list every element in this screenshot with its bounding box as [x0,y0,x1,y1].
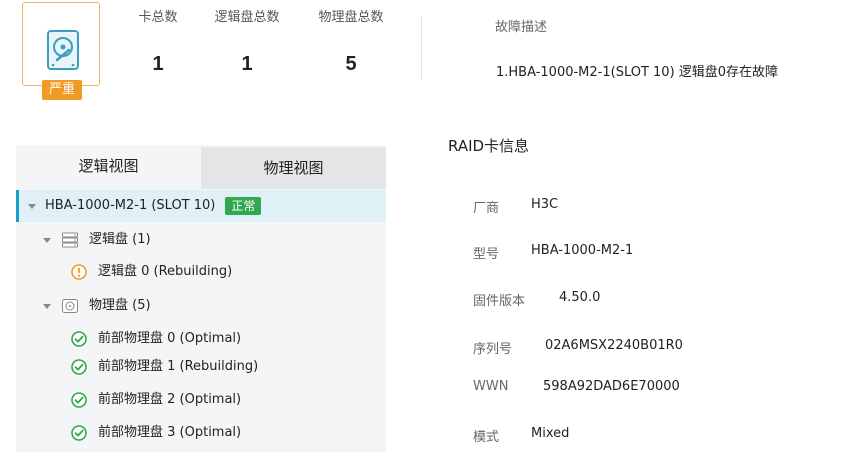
hard-disk-icon [62,299,78,313]
stat-physical-total: 物理盘总数 5 [314,6,388,76]
warning-icon [71,264,87,280]
stat-label: 逻辑盘总数 [214,10,280,25]
info-row-wwn: WWN 598A92DAD6E70000 [473,379,680,394]
logical-group-label: 逻辑盘 (1) [89,232,151,247]
info-key: 厂商 [473,201,500,216]
stat-label: 物理盘总数 [318,10,384,25]
check-circle-icon [71,392,87,408]
physical-disk-label: 前部物理盘 1 (Rebuilding) [98,359,259,374]
info-row-firmware: 固件版本 4.50.0 [473,290,600,309]
fault-title: 故障描述 [495,20,548,35]
stat-logical-total: 逻辑盘总数 1 [210,6,284,76]
tree-node-physical-disk[interactable]: 前部物理盘 2 (Optimal) [16,384,386,416]
stat-label: 卡总数 [138,10,178,25]
stat-value: 1 [152,53,164,75]
header-divider [421,16,422,80]
tree-node-physical-group[interactable]: 物理盘 (5) [16,290,386,322]
stat-value: 1 [241,53,253,75]
info-row-vendor: 厂商 H3C [473,197,558,216]
physical-group-label: 物理盘 (5) [89,298,151,313]
check-circle-icon [71,331,87,347]
info-value: 598A92DAD6E70000 [543,379,680,394]
severity-badge: 严重 [42,80,82,100]
info-key: 模式 [473,430,500,445]
physical-disk-label: 前部物理盘 3 (Optimal) [98,425,242,440]
info-row-mode: 模式 Mixed [473,426,569,445]
tree-node-physical-disk[interactable]: 前部物理盘 1 (Rebuilding) [16,351,386,383]
status-badge: 正常 [225,196,262,215]
check-circle-icon [71,359,87,375]
info-value: Mixed [531,426,570,441]
logical-disk-label: 逻辑盘 0 (Rebuilding) [98,264,233,279]
tree-node-controller[interactable]: HBA-1000-M2-1 (SLOT 10) 正常 [16,190,386,222]
server-stack-icon [62,232,78,248]
info-value: 4.50.0 [559,290,601,305]
info-key: WWN [473,379,509,394]
info-row-serial: 序列号 02A6MSX2240B01R0 [473,338,683,357]
stat-value: 5 [345,53,357,75]
info-value: H3C [531,197,559,212]
raid-info-title: RAID卡信息 [448,137,530,155]
info-value: HBA-1000-M2-1 [531,243,634,258]
hard-disk-icon [47,30,79,70]
tree-node-logical-group[interactable]: 逻辑盘 (1) [16,224,386,256]
tree-node-physical-disk[interactable]: 前部物理盘 3 (Optimal) [16,417,386,449]
expand-caret-icon[interactable] [28,204,36,209]
info-key: 型号 [473,247,500,262]
tree-panel: 逻辑视图 物理视图 HBA-1000-M2-1 (SLOT 10) 正常 逻辑盘 … [16,145,386,452]
physical-disk-label: 前部物理盘 2 (Optimal) [98,392,242,407]
tab-logical-view[interactable]: 逻辑视图 [16,145,201,189]
expand-caret-icon[interactable] [43,304,51,309]
info-key: 序列号 [473,342,513,357]
info-row-model: 型号 HBA-1000-M2-1 [473,243,633,262]
tab-physical-view[interactable]: 物理视图 [201,147,386,189]
fault-description: 1.HBA-1000-M2-1(SLOT 10) 逻辑盘0存在故障 [496,65,779,80]
info-key: 固件版本 [473,294,526,309]
check-circle-icon [71,425,87,441]
severity-card [22,2,100,86]
tree-node-logical-disk[interactable]: 逻辑盘 0 (Rebuilding) [16,256,386,288]
controller-label: HBA-1000-M2-1 (SLOT 10) [45,198,216,213]
expand-caret-icon[interactable] [43,238,51,243]
stat-card-total: 卡总数 1 [136,6,180,76]
info-value: 02A6MSX2240B01R0 [545,338,683,353]
view-tabs: 逻辑视图 物理视图 [16,145,386,189]
